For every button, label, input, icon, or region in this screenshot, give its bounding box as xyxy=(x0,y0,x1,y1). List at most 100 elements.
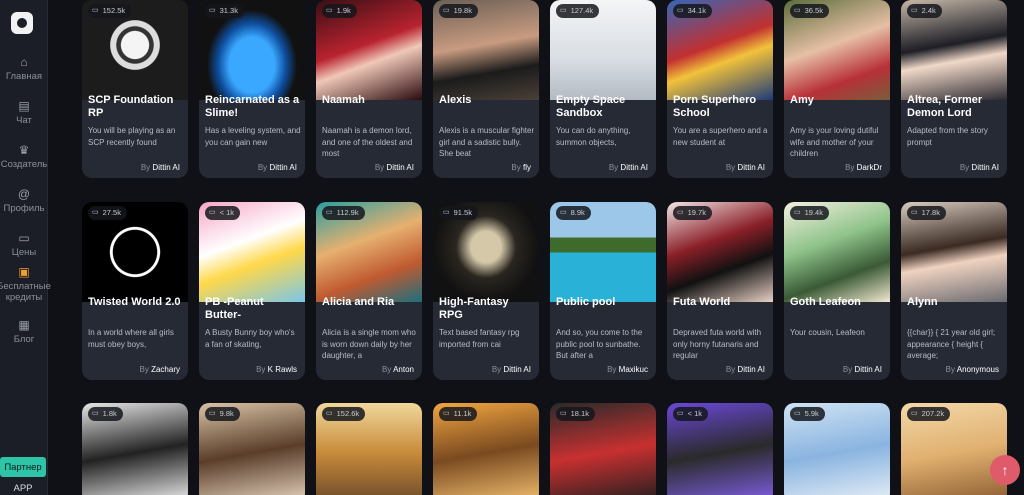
chat-count: 31.3k xyxy=(219,6,238,15)
arrow-up-icon: ↑ xyxy=(1001,462,1009,478)
sidebar-item-6[interactable]: ▣ Бесплатные кредиты xyxy=(0,265,51,303)
chat-count-badge: ▭ 19.4k xyxy=(790,206,829,220)
character-card[interactable]: ▭ 127.4k Empty Space Sandbox You can do any… xyxy=(550,0,656,178)
card-description: You are a superhero and a new student at xyxy=(673,126,768,147)
chat-count-badge: ▭ 1.8k xyxy=(88,407,123,421)
card-title: Alexis xyxy=(439,94,472,106)
partner-button[interactable]: Партнер xyxy=(0,457,46,477)
character-card[interactable]: ▭ 19.8k Alexis Alexis is a muscular fighter… xyxy=(433,0,539,178)
app-link[interactable]: APP xyxy=(0,483,46,494)
author-name: K Rawls xyxy=(267,365,297,374)
character-card[interactable]: ▭ 8.9k Public pool And so, you come to the … xyxy=(550,202,656,380)
card-title: Alicia and Ria xyxy=(322,296,395,308)
chat-bubble-icon: ▭ xyxy=(911,7,918,14)
character-card[interactable]: ▭ 31.3k Reincarnated as a Slime! Has a leve… xyxy=(199,0,305,178)
chat-count-badge: ▭ 127.4k xyxy=(556,4,600,18)
sidebar-item-4[interactable]: @ Профиль xyxy=(0,187,48,214)
chat-bubble-icon: ▭ xyxy=(443,209,450,216)
character-card[interactable]: ▭ 17.8k Alynn {{char}} { 21 year old girl; … xyxy=(901,202,1007,380)
character-card[interactable]: ▭ 152.6k xyxy=(316,403,422,495)
by-label: By xyxy=(608,163,619,172)
sidebar-item-label: Главная xyxy=(5,71,43,82)
card-title: Porn Superhero School xyxy=(673,94,757,119)
chat-count: 19.7k xyxy=(687,208,706,217)
by-label: By xyxy=(959,163,970,172)
scroll-to-top-button[interactable]: ↑ xyxy=(990,455,1020,485)
chat-bubble-icon: ▭ xyxy=(794,410,801,417)
chat-bubble-icon: ▭ xyxy=(560,7,567,14)
character-card[interactable]: ▭ 19.7k Futa World Depraved futa world with… xyxy=(667,202,773,380)
character-card[interactable]: ▭ 2.4k Altrea, Former Demon Lord Adapted fr… xyxy=(901,0,1007,178)
character-card[interactable]: ▭ 19.4k Goth Leafeon Your cousin, Leafeon By… xyxy=(784,202,890,380)
chat-count: 19.4k xyxy=(804,208,823,217)
by-label: By xyxy=(257,163,268,172)
card-author: By Anton xyxy=(382,365,414,374)
gift-icon: ▣ xyxy=(18,265,30,279)
character-card[interactable]: ▭ 36.5k Amy Amy is your loving dutiful wife… xyxy=(784,0,890,178)
sidebar-item-7[interactable]: ▦ Блог xyxy=(0,318,48,345)
character-card[interactable]: ▭ 91.5k High-Fantasy RPG Text based fantasy… xyxy=(433,202,539,380)
chat-count: < 1k xyxy=(687,409,703,418)
chat-count-badge: ▭ 8.9k xyxy=(556,206,591,220)
chat-bubble-icon: ▭ xyxy=(326,410,333,417)
sidebar-item-1[interactable]: ⌂ Главная xyxy=(0,55,48,82)
chat-count-badge: ▭ < 1k xyxy=(205,206,241,220)
chat-bubble-icon: ▭ xyxy=(560,209,567,216)
card-author: By Zachary xyxy=(140,365,180,374)
chat-count: 11.1k xyxy=(453,409,472,418)
sidebar-item-2[interactable]: ▤ Чат xyxy=(0,99,48,126)
character-card[interactable]: ▭ 1.9k Naamah Naamah is a demon lord, and o… xyxy=(316,0,422,178)
character-card[interactable]: ▭ 34.1k Porn Superhero School You are a sup… xyxy=(667,0,773,178)
chat-count: 17.8k xyxy=(921,208,940,217)
character-card[interactable]: ▭ 112.9k Alicia and Ria Alicia is a single … xyxy=(316,202,422,380)
sidebar-item-3[interactable]: ♛ Создатель xyxy=(0,143,48,170)
chat-count: 1.8k xyxy=(102,409,117,418)
author-name: Dittin AI xyxy=(971,163,999,172)
by-label: By xyxy=(725,365,736,374)
author-name: Zachary xyxy=(151,365,180,374)
character-card[interactable]: ▭ 152.5k SCP Foundation RP You will be play… xyxy=(82,0,188,178)
chat-bubble-icon: ▭ xyxy=(92,410,99,417)
card-author: By fly xyxy=(511,163,531,172)
card-title: Twisted World 2.0 xyxy=(88,296,181,308)
sidebar-item-5[interactable]: ▭ Цены xyxy=(0,231,48,258)
card-description: Amy is your loving dutiful wife and moth… xyxy=(790,126,879,158)
card-author: By Maxikuc xyxy=(607,365,648,374)
card-title: Naamah xyxy=(322,94,365,106)
card-description: Naamah is a demon lord, and one of the o… xyxy=(322,126,413,158)
character-card[interactable]: ▭ 9.8k xyxy=(199,403,305,495)
card-description: Depraved futa world with only horny futa… xyxy=(673,328,762,360)
chat-count-badge: ▭ 112.9k xyxy=(322,206,365,220)
card-author: By Dittin AI xyxy=(258,163,297,172)
character-card[interactable]: ▭ 207.2k xyxy=(901,403,1007,495)
author-name: Dittin AI xyxy=(854,365,882,374)
chat-count-badge: ▭ 5.9k xyxy=(790,407,825,421)
character-card[interactable]: ▭ 11.1k xyxy=(433,403,539,495)
character-card[interactable]: ▭ < 1k PB -Peanut Butter- A Busty Bunny boy… xyxy=(199,202,305,380)
character-card[interactable]: ▭ 5.9k xyxy=(784,403,890,495)
chat-count-badge: ▭ 17.8k xyxy=(907,206,946,220)
character-card[interactable]: ▭ < 1k xyxy=(667,403,773,495)
chat-count: 91.5k xyxy=(453,208,472,217)
chat-bubble-icon: ▭ xyxy=(326,7,333,14)
chat-count-badge: ▭ 11.1k xyxy=(439,407,478,421)
card-title: Futa World xyxy=(673,296,731,308)
card-title: Empty Space Sandbox xyxy=(556,94,626,119)
character-card[interactable]: ▭ 18.1k xyxy=(550,403,656,495)
chat-icon: ▤ xyxy=(18,99,30,113)
chat-bubble-icon: ▭ xyxy=(911,410,918,417)
card-description: You will be playing as an SCP recently f… xyxy=(88,126,176,147)
chat-count-badge: ▭ 2.4k xyxy=(907,4,942,18)
chat-bubble-icon: ▭ xyxy=(92,209,99,216)
card-description: {{char}} { 21 year old girl; appearance … xyxy=(907,328,996,360)
author-name: Dittin AI xyxy=(620,163,648,172)
card-description: Alexis is a muscular fighter girl and a … xyxy=(439,126,535,158)
character-card[interactable]: ▭ 1.8k xyxy=(82,403,188,495)
chat-bubble-icon: ▭ xyxy=(677,209,684,216)
chat-count: 1.9k xyxy=(336,6,351,15)
chat-count: 5.9k xyxy=(804,409,819,418)
logo[interactable] xyxy=(11,12,33,34)
character-card[interactable]: ▭ 27.5k Twisted World 2.0 In a world where … xyxy=(82,202,188,380)
author-name: Anonymous xyxy=(956,365,999,374)
by-label: By xyxy=(139,365,149,374)
